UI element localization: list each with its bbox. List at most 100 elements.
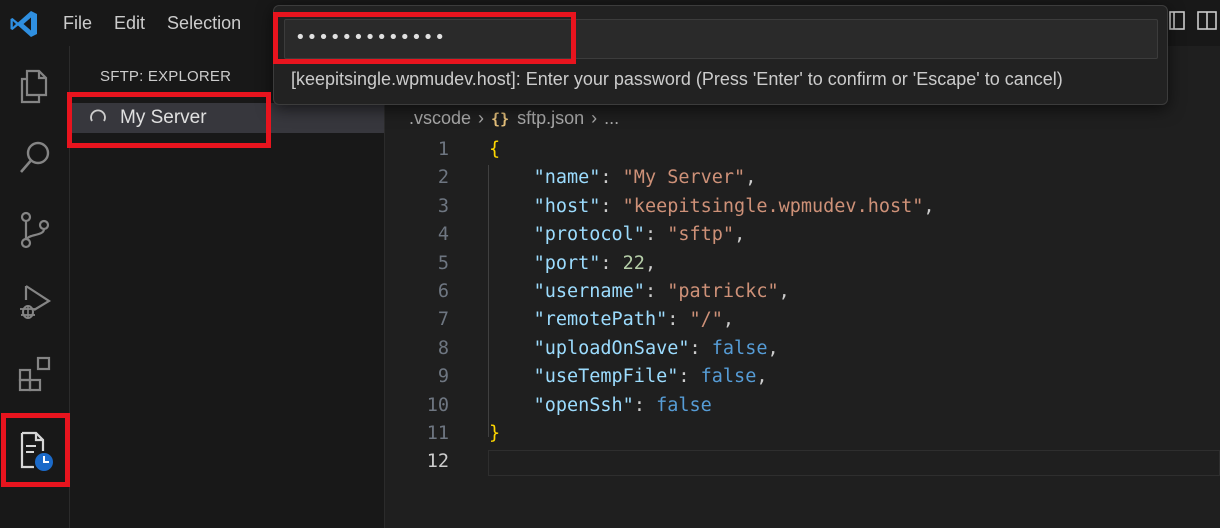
- code-token: :: [600, 195, 623, 217]
- line-number: 11: [426, 422, 449, 444]
- code-text: "name": "My Server",: [489, 164, 757, 192]
- code-text: "remotePath": "/",: [489, 306, 735, 334]
- breadcrumb-file[interactable]: sftp.json: [517, 108, 584, 129]
- json-file-icon: {}: [491, 109, 510, 128]
- code-text: "port": 22,: [489, 250, 657, 278]
- code-token: "username": [533, 280, 645, 302]
- code-token: "remotePath": [533, 309, 668, 331]
- code-token: ,: [734, 224, 746, 246]
- code-token: "useTempFile": [533, 366, 679, 388]
- code-token: :: [600, 252, 623, 274]
- breadcrumb-more[interactable]: ...: [604, 108, 619, 129]
- line-number: 12: [426, 451, 449, 473]
- code-token: ,: [923, 195, 935, 217]
- code-token: "keepitsingle.wpmudev.host": [622, 195, 924, 217]
- line-number: 7: [437, 309, 449, 331]
- activity-run-debug[interactable]: [0, 268, 69, 336]
- code-line[interactable]: 8 "uploadOnSave": false,: [385, 335, 1220, 363]
- code-line[interactable]: 2 "name": "My Server",: [385, 164, 1220, 192]
- code-token: }: [489, 422, 501, 444]
- code-line[interactable]: 4 "protocol": "sftp",: [385, 221, 1220, 249]
- code-token: :: [689, 337, 712, 359]
- highlight-sftp-icon-box: [1, 413, 70, 487]
- code-line[interactable]: 6 "username": "patrickc",: [385, 278, 1220, 306]
- activity-search[interactable]: [0, 124, 69, 192]
- password-prompt-message: [keepitsingle.wpmudev.host]: Enter your …: [291, 69, 1063, 89]
- code-token: :: [600, 167, 623, 189]
- breadcrumb-folder[interactable]: .vscode: [409, 108, 471, 129]
- toggle-secondary-sidebar-icon[interactable]: [1196, 10, 1220, 32]
- line-number: 6: [437, 280, 449, 302]
- activity-source-control[interactable]: [0, 196, 69, 264]
- line-number: 10: [426, 394, 449, 416]
- code-text: "protocol": "sftp",: [489, 221, 746, 249]
- code-token: :: [667, 309, 690, 331]
- code-token: ,: [644, 252, 657, 274]
- code-line[interactable]: 7 "remotePath": "/",: [385, 306, 1220, 334]
- search-icon: [19, 141, 49, 173]
- menu-item-file[interactable]: File: [52, 0, 103, 46]
- editor-area[interactable]: .vscode › {} sftp.json › ... 1{2 "name":…: [385, 46, 1220, 528]
- line-number: 3: [437, 195, 449, 217]
- code-text: }: [489, 420, 500, 448]
- code-token: ,: [756, 366, 768, 388]
- code-text: "username": "patrickc",: [489, 278, 790, 306]
- code-editor[interactable]: 1{2 "name": "My Server", 3 "host": "keepi…: [385, 136, 1220, 477]
- code-token: ,: [767, 337, 779, 359]
- run-debug-icon: [19, 285, 51, 319]
- code-token: {: [489, 139, 501, 160]
- highlight-password-box: [273, 12, 576, 64]
- code-line[interactable]: 1{: [385, 136, 1220, 164]
- line-number: 5: [437, 252, 449, 274]
- code-text: "openSsh": false: [489, 392, 712, 420]
- code-line[interactable]: 5 "port": 22,: [385, 250, 1220, 278]
- menu-bar: File Edit Selection: [52, 0, 252, 46]
- code-token: "sftp": [667, 224, 735, 246]
- activity-explorer[interactable]: [0, 52, 69, 120]
- code-token: "name": [533, 167, 601, 189]
- code-token: "My Server": [622, 167, 746, 189]
- code-token: :: [644, 280, 668, 302]
- code-token: "/": [689, 309, 723, 331]
- code-line[interactable]: 11}: [385, 420, 1220, 448]
- code-token: ,: [745, 167, 757, 189]
- code-token: 22: [622, 252, 645, 274]
- code-text: {: [489, 136, 500, 164]
- code-token: ,: [722, 309, 735, 331]
- vscode-logo-icon: [10, 11, 37, 37]
- code-token: false: [711, 337, 768, 359]
- code-token: "openSsh": [533, 394, 634, 416]
- code-line[interactable]: 10 "openSsh": false: [385, 392, 1220, 420]
- line-number: 1: [437, 139, 449, 160]
- code-token: :: [633, 394, 657, 416]
- line-number: 9: [437, 366, 449, 388]
- layout-controls: [1168, 10, 1220, 32]
- code-line[interactable]: 3 "host": "keepitsingle.wpmudev.host",: [385, 193, 1220, 221]
- menu-item-selection[interactable]: Selection: [156, 0, 252, 46]
- code-token: "host": [533, 195, 601, 217]
- activity-extensions[interactable]: [0, 340, 69, 408]
- extensions-icon: [18, 356, 50, 392]
- menu-item-edit[interactable]: Edit: [103, 0, 156, 46]
- code-token: "patrickc": [667, 280, 779, 302]
- source-control-icon: [20, 211, 49, 249]
- code-token: "uploadOnSave": [533, 337, 690, 359]
- code-line[interactable]: 12: [385, 448, 1220, 476]
- code-text: "useTempFile": false,: [489, 363, 768, 391]
- toggle-panel-icon[interactable]: [1168, 10, 1186, 32]
- code-token: false: [656, 394, 712, 416]
- breadcrumb: .vscode › {} sftp.json › ...: [409, 108, 619, 129]
- code-token: :: [678, 366, 701, 388]
- code-text: "host": "keepitsingle.wpmudev.host",: [489, 193, 935, 221]
- code-line[interactable]: 9 "useTempFile": false,: [385, 363, 1220, 391]
- code-token: "port": [533, 252, 601, 274]
- line-number: 8: [437, 337, 449, 359]
